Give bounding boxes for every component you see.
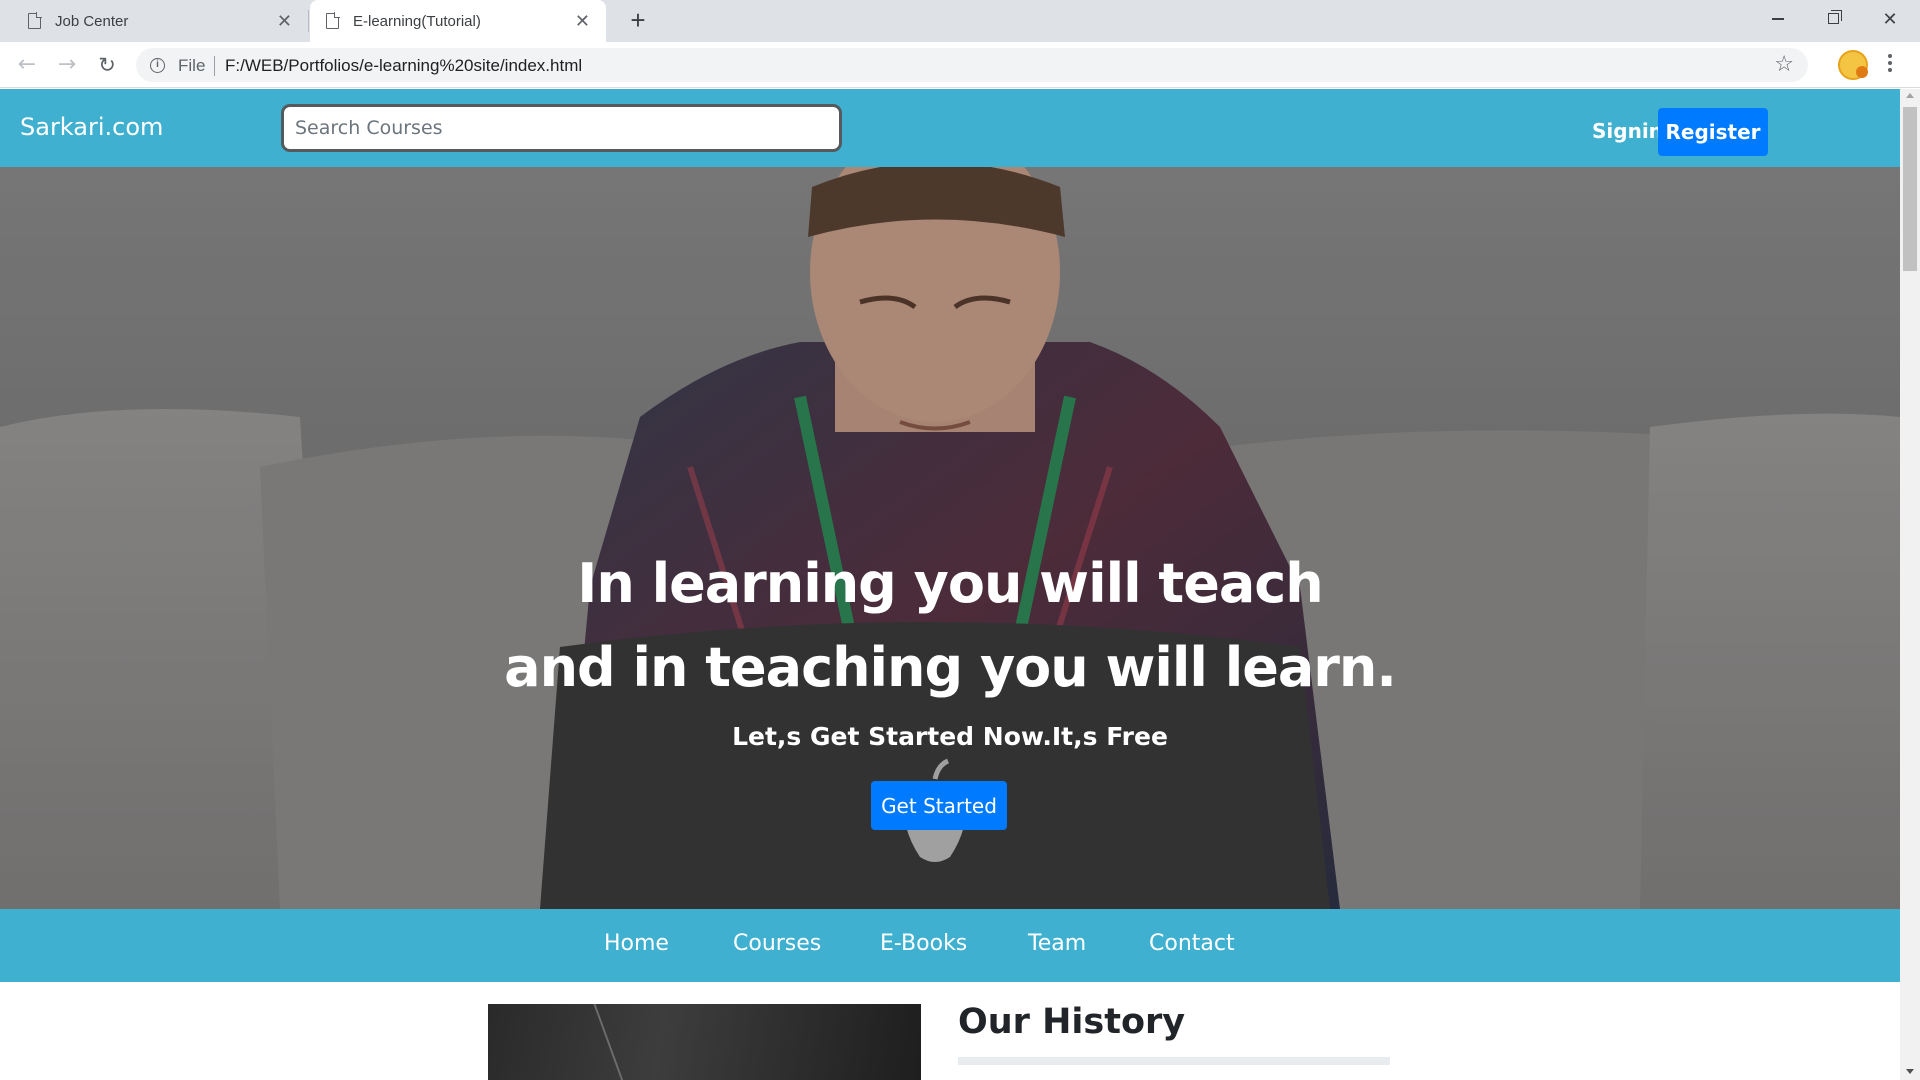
browser-tabstrip: Job Center ✕ E-learning(Tutorial) ✕ + ✕: [0, 0, 1920, 42]
browser-tab-e-learning[interactable]: E-learning(Tutorial) ✕: [310, 0, 606, 42]
nav-item-contact[interactable]: Contact: [1149, 931, 1235, 956]
close-tab-icon[interactable]: ✕: [575, 11, 590, 31]
forward-button[interactable]: →: [52, 50, 82, 80]
scrollbar-thumb[interactable]: [1903, 107, 1917, 271]
profile-icon[interactable]: [1838, 50, 1868, 80]
hero-heading-line1: In learning you will teach: [577, 552, 1323, 615]
hero-heading: In learning you will teach and in teachi…: [200, 542, 1700, 710]
back-button[interactable]: ←: [12, 50, 42, 80]
scroll-up-arrow-icon[interactable]: [1906, 93, 1914, 98]
history-text-placeholder: [958, 1057, 1390, 1065]
tab-title: E-learning(Tutorial): [353, 12, 481, 30]
url-text[interactable]: F:/WEB/Portfolios/e-learning%20site/inde…: [225, 56, 582, 76]
site-header: Sarkari.com Signin Register: [0, 89, 1900, 167]
history-image: [488, 1004, 921, 1080]
nav-item-team[interactable]: Team: [1028, 931, 1086, 956]
scroll-down-arrow-icon[interactable]: [1906, 1069, 1914, 1074]
tab-title: Job Center: [55, 12, 129, 30]
nav-item-e-books[interactable]: E-Books: [880, 931, 967, 956]
main-navigation: Home Courses E-Books Team Contact: [0, 909, 1900, 982]
kebab-menu-icon[interactable]: [1884, 52, 1896, 78]
reload-button[interactable]: ↻: [92, 50, 122, 80]
url-divider: [214, 56, 215, 76]
restore-icon-front: [1828, 13, 1839, 24]
page-scrollbar[interactable]: [1900, 89, 1920, 1080]
search-courses-input[interactable]: [281, 104, 842, 152]
minimize-icon: [1772, 18, 1784, 20]
history-heading: Our History: [958, 1002, 1186, 1042]
address-bar[interactable]: i File F:/WEB/Portfolios/e-learning%20si…: [136, 48, 1808, 82]
hero-section: In learning you will teach and in teachi…: [0, 167, 1900, 909]
hero-subtitle: Let,s Get Started Now.It,s Free: [732, 722, 1168, 751]
arrow-right-icon: →: [57, 52, 77, 77]
tab-divider: [308, 10, 309, 32]
close-window-button[interactable]: ✕: [1862, 0, 1918, 38]
url-scheme-label: File: [178, 56, 206, 75]
document-icon: [28, 12, 42, 29]
close-tab-icon[interactable]: ✕: [277, 11, 292, 31]
signin-link[interactable]: Signin: [1592, 119, 1663, 143]
document-icon: [326, 12, 340, 29]
browser-toolbar: ← → ↻ i File F:/WEB/Portfolios/e-learnin…: [0, 42, 1920, 88]
nav-item-home[interactable]: Home: [604, 931, 669, 956]
hero-heading-line2: and in teaching you will learn.: [504, 636, 1397, 699]
restore-window-button[interactable]: [1806, 0, 1862, 38]
new-tab-button[interactable]: +: [624, 6, 652, 34]
nav-item-courses[interactable]: Courses: [733, 931, 821, 956]
get-started-button[interactable]: Get Started: [871, 781, 1007, 830]
page-viewport: Sarkari.com Signin Register: [0, 89, 1900, 1080]
minimize-window-button[interactable]: [1750, 0, 1806, 38]
arrow-left-icon: ←: [17, 52, 37, 77]
register-button[interactable]: Register: [1658, 108, 1768, 156]
reload-icon: ↻: [98, 53, 116, 77]
star-icon[interactable]: ☆: [1774, 52, 1794, 77]
site-brand[interactable]: Sarkari.com: [20, 113, 163, 141]
info-icon[interactable]: i: [150, 58, 165, 73]
browser-tab-job-center[interactable]: Job Center ✕: [0, 0, 308, 42]
